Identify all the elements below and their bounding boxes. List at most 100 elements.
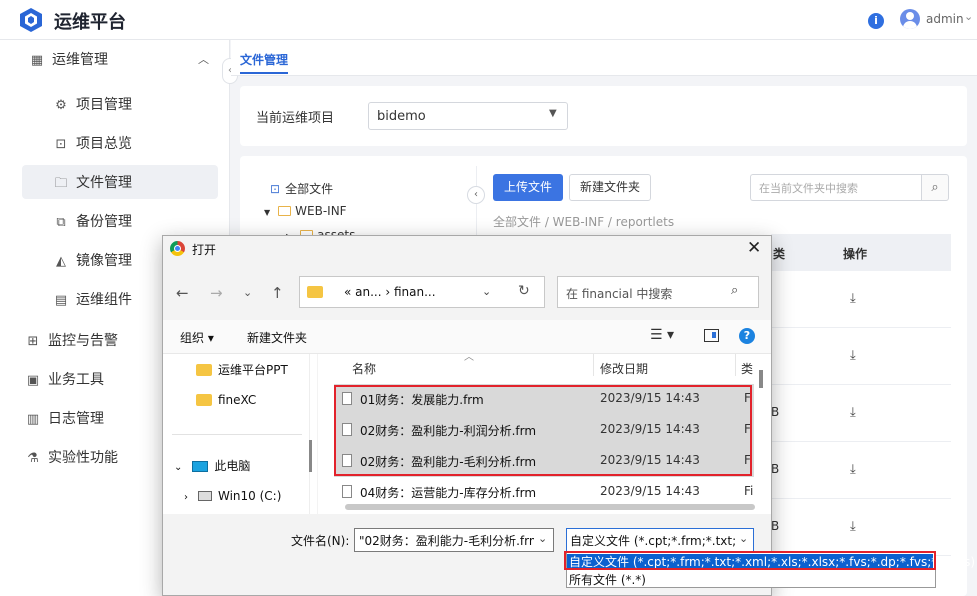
search-icon[interactable]: ⌕ (921, 174, 949, 201)
file-list-scrollbar[interactable] (759, 370, 763, 388)
sidebar-item-backup[interactable]: ⧉ 备份管理 (52, 205, 132, 239)
forward-arrow-icon[interactable]: → (210, 284, 223, 302)
refresh-icon[interactable]: ↻ (518, 283, 530, 299)
download-icon[interactable]: ⤓ (850, 348, 856, 363)
top-header (0, 0, 977, 40)
download-icon[interactable]: ⤓ (850, 291, 856, 306)
sidebar-group-experimental[interactable]: ⚗ 实验性功能 (24, 441, 118, 475)
col-separator (593, 354, 594, 376)
grid-icon: ▦ (30, 53, 44, 68)
computer-icon (192, 461, 209, 472)
breadcrumb: 全部文件 / WEB-INF / reportlets (493, 215, 675, 229)
sidebar-item-label: 运维组件 (76, 292, 132, 308)
nav-scrollbar[interactable] (309, 440, 312, 472)
sidebar-item-components[interactable]: ▤ 运维组件 (52, 283, 132, 317)
user-name[interactable]: admin (926, 12, 964, 26)
sidebar-group-label: 运维管理 (52, 52, 108, 68)
sidebar-group-ops[interactable]: ▦ 运维管理 (28, 43, 108, 77)
sidebar-item-label: 项目总览 (76, 136, 132, 152)
mirror-icon: ◭ (56, 254, 66, 269)
project-label: 当前运维项目 (256, 111, 335, 126)
col-name-header[interactable]: 名称 (352, 360, 376, 377)
sidebar-item-mirror[interactable]: ◭ 镜像管理 (52, 244, 132, 278)
monitor-icon: ⊡ (270, 182, 281, 196)
nav-divider (172, 434, 302, 435)
nav-item-label: 运维平台PPT (218, 363, 288, 377)
flask-icon: ⚗ (27, 451, 39, 466)
nav-item-this-pc[interactable]: ⌄ 此电脑 (174, 457, 250, 474)
upload-button[interactable]: 上传文件 (493, 174, 563, 201)
chevron-right-icon: › (184, 492, 188, 503)
file-type: Fi (744, 484, 754, 498)
new-folder-button[interactable]: 新建文件夹 (569, 174, 651, 201)
col-date-header[interactable]: 修改日期 (600, 360, 648, 377)
chevron-down-icon[interactable]: ⌄ (739, 532, 748, 545)
info-icon[interactable]: i (868, 13, 884, 29)
row-divider (771, 384, 951, 385)
filetype-option-all[interactable]: 所有文件 (*.*) (567, 571, 646, 588)
sidebar-group-monitor[interactable]: ⊞ 监控与告警 (24, 324, 118, 358)
help-icon[interactable]: ? (739, 328, 755, 344)
file-list-hscrollbar[interactable] (345, 504, 755, 510)
row-divider (771, 498, 951, 499)
option-highlight-box (564, 551, 936, 570)
col-type-header: 类 (773, 247, 786, 261)
col-type-header[interactable]: 类 (741, 360, 753, 377)
folder-icon (307, 286, 323, 298)
scan-icon: ⊡ (55, 137, 67, 152)
sidebar-group-label: 业务工具 (48, 372, 104, 388)
preview-pane-icon[interactable] (704, 329, 719, 342)
filetype-value: 自定义文件 (*.cpt;*.frm;*.txt;*.xml;*.xls;*.x… (570, 534, 735, 548)
address-path[interactable]: « an... › finan... (344, 285, 436, 299)
monitor-icon: ⊞ (27, 334, 39, 349)
row-divider (771, 441, 951, 442)
filename-label: 文件名(N): (291, 534, 350, 548)
close-icon[interactable]: ✕ (747, 238, 761, 258)
nav-item-label: fineXC (218, 393, 257, 407)
nav-item-finexc[interactable]: fineXC (196, 393, 256, 407)
nav-item-ppt[interactable]: 运维平台PPT (196, 361, 288, 378)
back-arrow-icon[interactable]: ← (176, 284, 189, 302)
sidebar-group-logs[interactable]: ▥ 日志管理 (24, 402, 104, 436)
size-cell: B (771, 519, 780, 533)
avatar[interactable] (900, 9, 920, 29)
pane-splitter[interactable] (309, 354, 317, 514)
tree-item-label: WEB-INF (295, 204, 347, 218)
tab-file-manage[interactable]: 文件管理 (240, 51, 288, 68)
file-name: 04财务：运营能力-库存分析.frm (360, 486, 537, 500)
dialog-new-folder-button[interactable]: 新建文件夹 (247, 329, 307, 346)
view-menu-icon[interactable]: ☰ ▾ (650, 327, 674, 343)
chevron-down-icon[interactable]: ⌄ (538, 532, 547, 545)
nav-item-drive-c[interactable]: › Win10 (C:) (184, 489, 281, 503)
recent-chevron-icon[interactable]: ⌄ (243, 286, 252, 299)
folder-icon (196, 364, 212, 376)
dialog-search-placeholder: 在 financial 中搜索 (566, 287, 673, 301)
tree-item-root[interactable]: ⊡ 全部文件 (270, 180, 333, 197)
chrome-icon (170, 241, 185, 256)
search-icon[interactable]: ⌕ (731, 283, 738, 298)
download-icon[interactable]: ⤓ (850, 462, 856, 477)
file-row[interactable]: 04财务：运营能力-库存分析.frm 2023/9/15 14:43 Fi (334, 477, 754, 501)
up-arrow-icon[interactable]: ↑ (271, 284, 284, 302)
sidebar-item-project-overview[interactable]: ⊡ 项目总览 (52, 127, 132, 161)
tab-bar (231, 40, 977, 76)
nav-item-label: Win10 (C:) (218, 489, 282, 503)
sidebar-group-tools[interactable]: ▣ 业务工具 (24, 363, 104, 397)
sidebar-item-label: 文件管理 (76, 175, 132, 191)
download-icon[interactable]: ⤓ (850, 405, 856, 420)
chevron-up-icon[interactable]: ︿ (198, 51, 209, 67)
tree-item-label: 全部文件 (285, 182, 334, 196)
chevron-down-icon[interactable]: ⌄ (482, 285, 491, 298)
log-icon: ▥ (26, 412, 40, 427)
organize-button[interactable]: 组织 ▾ (180, 329, 214, 346)
copy-icon: ⧉ (56, 215, 66, 230)
tree-item-web-inf[interactable]: ▼ WEB-INF (264, 204, 347, 218)
download-icon[interactable]: ⤓ (850, 519, 856, 534)
folder-icon (196, 394, 212, 406)
sidebar-item-project-manage[interactable]: ⚙ 项目管理 (52, 88, 132, 122)
sidebar-item-file-manage[interactable]: 🗀 文件管理 (52, 166, 132, 200)
tree-collapse-button[interactable]: ‹ (467, 186, 485, 204)
folder-icon (278, 206, 292, 216)
chevron-down-icon[interactable]: ⌄ (964, 10, 973, 23)
sidebar-item-label: 项目管理 (76, 97, 132, 113)
